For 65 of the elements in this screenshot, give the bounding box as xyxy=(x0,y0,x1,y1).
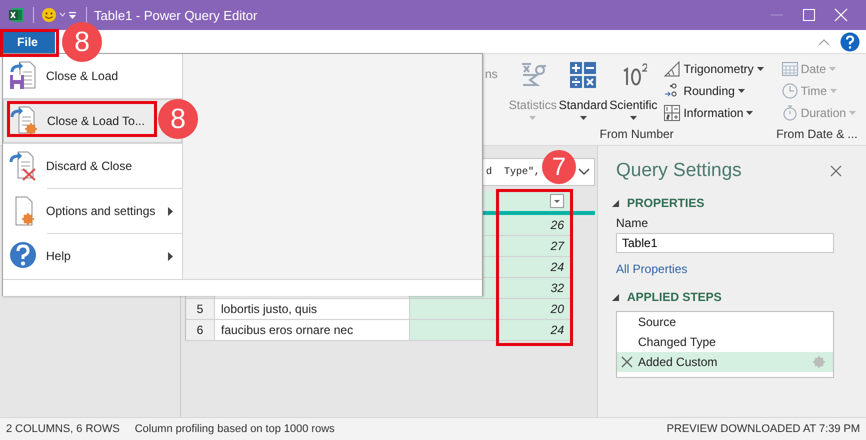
status-text: Column profiling based on top 1000 rows xyxy=(134,423,335,435)
caret-icon xyxy=(746,110,754,114)
status-text: PREVIEW DOWNLOADED AT 7:39 PM xyxy=(666,423,860,435)
triangle-icon xyxy=(664,60,680,76)
menu-item[interactable]: Help xyxy=(3,234,182,278)
number-grid-icon xyxy=(664,104,680,120)
caret-icon xyxy=(849,110,856,114)
close-icon[interactable] xyxy=(830,165,842,177)
table-cell: 20 xyxy=(410,299,571,320)
step-item[interactable]: Source xyxy=(617,312,833,332)
delete-step-icon[interactable] xyxy=(621,356,633,368)
field-label: Name xyxy=(616,216,650,230)
caret-icon xyxy=(630,116,637,120)
name-field[interactable]: Table1 xyxy=(616,233,834,253)
highlight-frame xyxy=(0,29,59,57)
ribbon-button[interactable]: Rounding xyxy=(662,81,766,100)
smiley-icon[interactable] xyxy=(41,7,57,23)
step-item[interactable]: Added Custom xyxy=(617,352,833,372)
row-number: 6 xyxy=(185,320,215,341)
submenu-arrow-icon xyxy=(168,252,173,260)
caret-icon xyxy=(829,66,836,70)
calendar-icon xyxy=(782,60,798,76)
caret-icon xyxy=(580,116,587,120)
menu-item[interactable]: Options and settings xyxy=(3,189,182,233)
menu-item[interactable]: Discard & Close xyxy=(3,144,182,188)
caret-icon xyxy=(830,88,837,92)
calculator-grid-icon xyxy=(569,61,598,89)
group-label: From Number xyxy=(598,127,675,143)
ribbon-button[interactable]: Scientific xyxy=(608,59,658,127)
section-heading: APPLIED STEPS xyxy=(627,290,722,304)
filter-dropdown-icon[interactable] xyxy=(550,194,564,208)
caret-icon xyxy=(756,66,764,70)
stopwatch-icon xyxy=(782,104,798,120)
collapse-section-icon[interactable] xyxy=(612,200,619,206)
collapse-ribbon-icon[interactable] xyxy=(818,38,830,46)
submenu-arrow-icon xyxy=(168,206,173,216)
table-cell: faucibus eros ornare nec xyxy=(215,320,410,341)
help-icon[interactable] xyxy=(840,32,860,52)
expand-formula-icon[interactable] xyxy=(578,168,590,176)
section-heading: PROPERTIES xyxy=(627,196,704,210)
window-title: Table1 - Power Query Editor xyxy=(94,8,258,22)
ribbon-button[interactable]: Standard xyxy=(558,59,608,127)
all-properties-link[interactable]: All Properties xyxy=(616,262,842,276)
row-number: 5 xyxy=(185,299,215,320)
step-item[interactable]: Changed Type xyxy=(617,332,833,352)
collapse-section-icon[interactable] xyxy=(612,294,619,300)
group-label: From Date & ... xyxy=(776,127,858,143)
clock-icon xyxy=(782,82,798,98)
panel-title: Query Settings xyxy=(616,160,742,182)
step-number-badge: 7 xyxy=(542,150,576,184)
spreadsheet-app-icon[interactable] xyxy=(8,7,24,23)
status-text: 2 COLUMNS, 6 ROWS xyxy=(6,423,120,435)
customize-toolbar-icon[interactable] xyxy=(68,10,77,20)
document-delete-icon xyxy=(8,150,38,182)
caret-icon xyxy=(529,116,536,120)
caret-icon xyxy=(738,88,745,92)
ribbon-button[interactable]: Trigonometry xyxy=(662,59,766,78)
ribbon-button[interactable]: Information xyxy=(662,103,766,122)
table-cell: 24 xyxy=(410,320,571,341)
ribbon-button-label: ns xyxy=(485,67,498,83)
table-cell: lobortis justo, quis xyxy=(215,299,410,320)
document-gear-icon xyxy=(9,105,39,137)
caret-icon[interactable] xyxy=(59,12,66,18)
document-save-icon xyxy=(8,60,38,92)
maximize-icon[interactable] xyxy=(802,8,816,22)
